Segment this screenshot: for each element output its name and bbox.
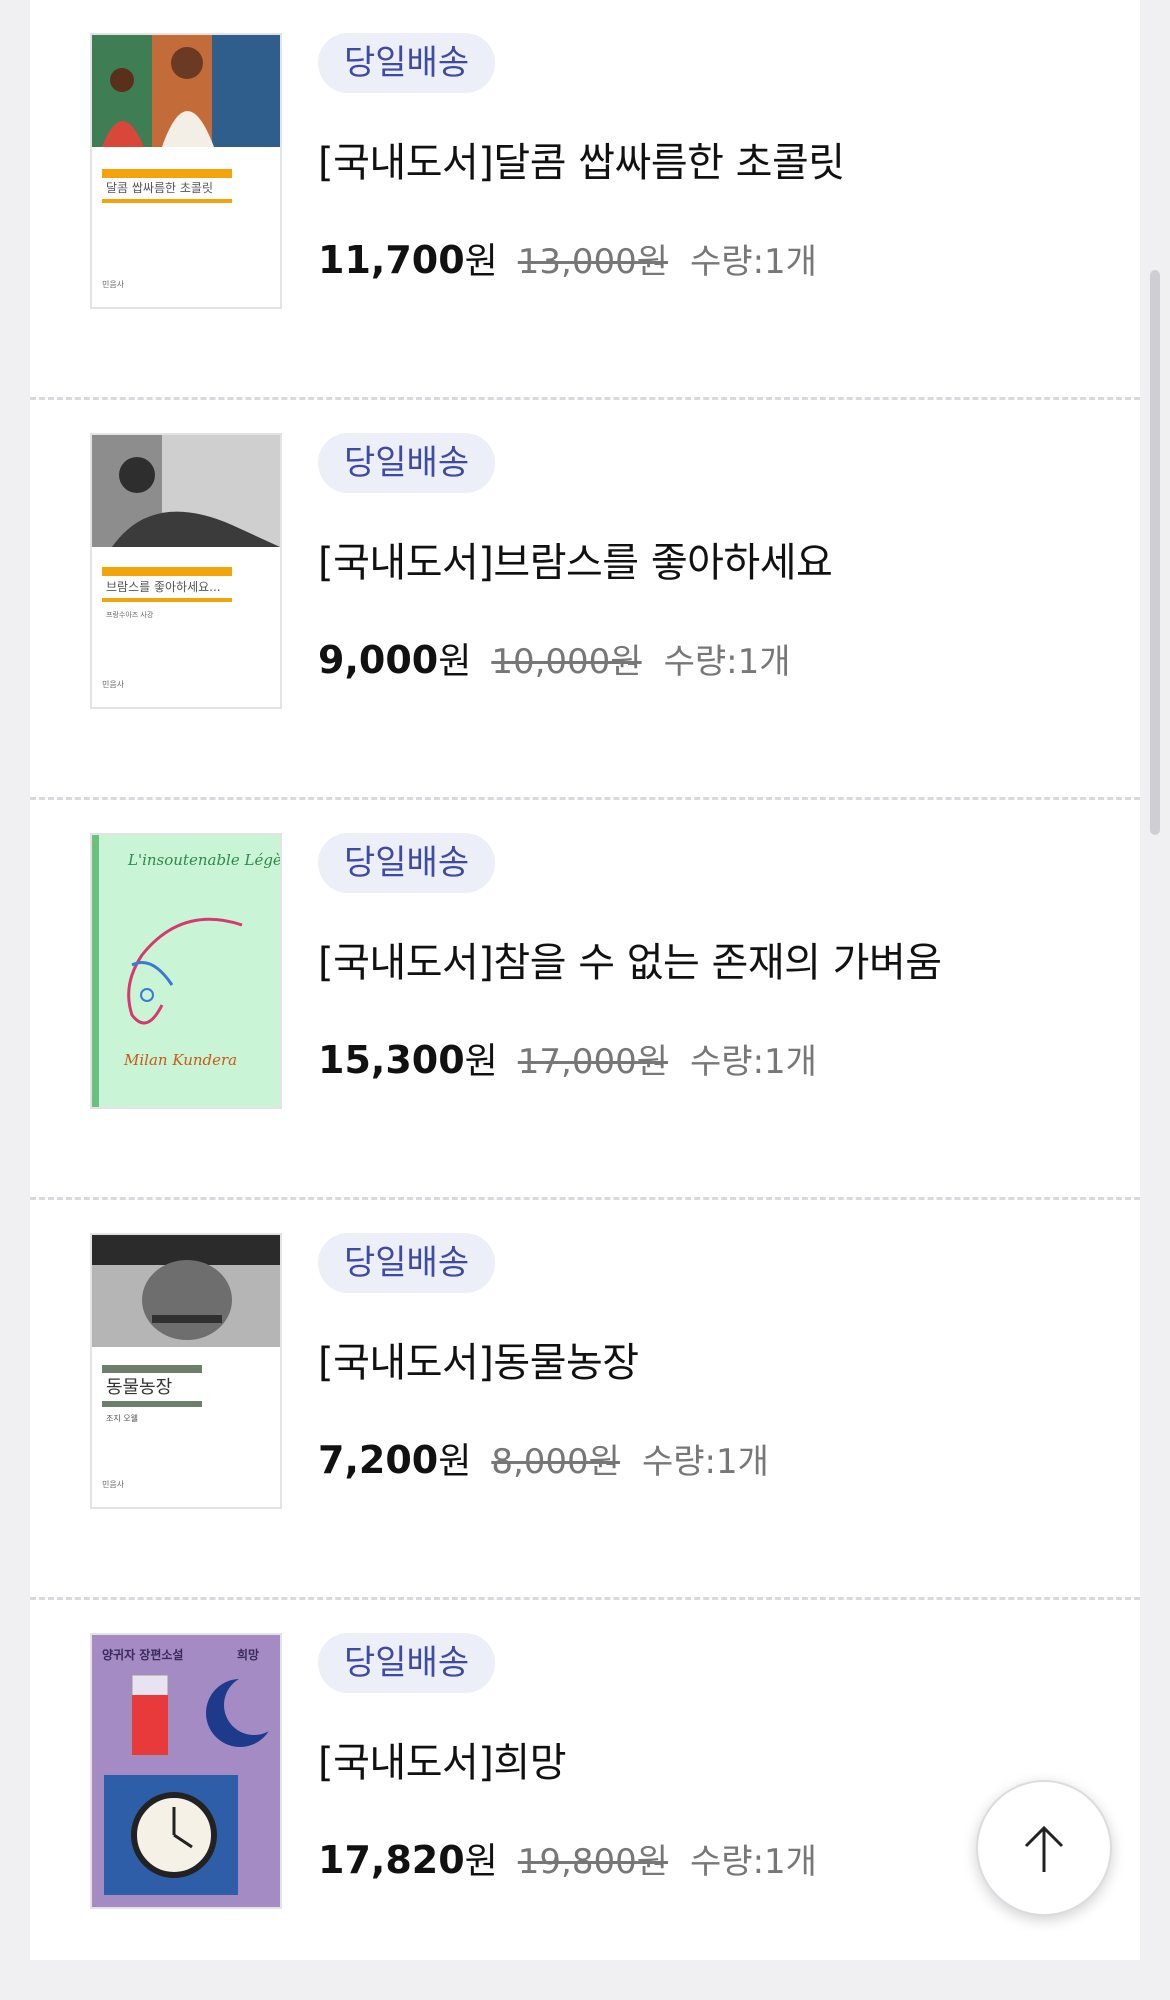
svg-text:민음사: 민음사 [102,1479,125,1489]
book-cover-image[interactable]: 브람스를 좋아하세요... 프랑수아즈 사강 민음사 [90,433,282,709]
cart-item-list: 달콤 쌉싸름한 초콜릿 민음사 당일배송 [국내도서]달콤 쌉싸름한 초콜릿 1… [30,0,1140,1960]
cover-title-text: 브람스를 좋아하세요... [106,580,221,594]
cover-author-text: 조지 오웰 [106,1413,138,1423]
same-day-delivery-badge: 당일배송 [318,1233,496,1293]
price-row: 17,820 원 19,800원 수량:1개 [318,1832,817,1884]
currency-unit: 원 [438,641,472,682]
original-price: 13,000원 [517,242,669,282]
price-row: 7,200 원 8,000원 수량:1개 [318,1432,769,1484]
cover-author-text: Milan Kundera [123,1051,237,1069]
book-cover-image[interactable]: 달콤 쌉싸름한 초콜릿 민음사 [90,33,282,309]
svg-text:민음사: 민음사 [102,279,125,289]
same-day-delivery-badge: 당일배송 [318,33,496,93]
book-title[interactable]: [국내도서]브람스를 좋아하세요 [318,530,833,588]
book-title[interactable]: [국내도서]동물농장 [318,1330,639,1388]
cover-series-text: 양귀자 장편소설 [102,1647,183,1662]
quantity-label: 수량:1개 [690,1042,817,1082]
sale-price: 15,300 [318,1038,465,1082]
svg-text:민음사: 민음사 [102,679,125,689]
sale-price: 9,000 [318,638,439,682]
sale-price: 11,700 [318,238,465,282]
list-item[interactable]: 동물농장 조지 오웰 민음사 당일배송 [국내도서]동물농장 7,200 원 8… [30,1200,1140,1600]
cover-title-text: 동물농장 [106,1377,172,1398]
same-day-delivery-badge: 당일배송 [318,1633,496,1693]
original-price: 8,000원 [491,1442,620,1482]
quantity-label: 수량:1개 [690,1842,817,1882]
original-price: 19,800원 [517,1842,669,1882]
cover-author-text: 프랑수아즈 사강 [106,610,154,619]
book-title[interactable]: [국내도서]희망 [318,1730,567,1788]
book-cover-image[interactable]: 양귀자 장편소설 희망 [90,1633,282,1909]
cover-title-text: L'insoutenable Légèreté de L'être [127,851,280,869]
arrow-up-icon [1024,1825,1064,1872]
book-cover-image[interactable]: 동물농장 조지 오웰 민음사 [90,1233,282,1509]
original-price: 10,000원 [491,642,642,682]
sale-price: 17,820 [318,1838,465,1882]
same-day-delivery-badge: 당일배송 [318,833,496,893]
currency-unit: 원 [464,1841,498,1882]
list-item[interactable]: 양귀자 장편소설 희망 당일배송 [국내도서]희망 17,820 원 19,80… [30,1600,1140,2000]
price-row: 15,300 원 17,000원 수량:1개 [318,1032,817,1084]
same-day-delivery-badge: 당일배송 [318,433,496,493]
original-price: 17,000원 [517,1042,669,1082]
list-item[interactable]: L'insoutenable Légèreté de L'être Milan … [30,800,1140,1200]
sale-price: 7,200 [318,1438,439,1482]
quantity-label: 수량:1개 [663,642,791,682]
list-item[interactable]: 달콤 쌉싸름한 초콜릿 민음사 당일배송 [국내도서]달콤 쌉싸름한 초콜릿 1… [30,0,1140,400]
book-title[interactable]: [국내도서]달콤 쌉싸름한 초콜릿 [318,130,845,188]
quantity-label: 수량:1개 [641,1442,769,1482]
list-item[interactable]: 브람스를 좋아하세요... 프랑수아즈 사강 민음사 당일배송 [국내도서]브람… [30,400,1140,800]
currency-unit: 원 [464,241,498,282]
scrollbar-thumb[interactable] [1150,270,1160,835]
price-row: 9,000 원 10,000원 수량:1개 [318,632,791,684]
currency-unit: 원 [464,1041,498,1082]
currency-unit: 원 [438,1441,472,1482]
quantity-label: 수량:1개 [690,242,817,282]
scroll-to-top-button[interactable] [976,1780,1112,1916]
price-row: 11,700 원 13,000원 수량:1개 [318,232,817,284]
book-cover-image[interactable]: L'insoutenable Légèreté de L'être Milan … [90,833,282,1109]
book-title[interactable]: [국내도서]참을 수 없는 존재의 가벼움 [318,930,942,988]
cover-title-text: 달콤 쌉싸름한 초콜릿 [106,181,213,195]
cover-title-text: 희망 [237,1647,259,1662]
